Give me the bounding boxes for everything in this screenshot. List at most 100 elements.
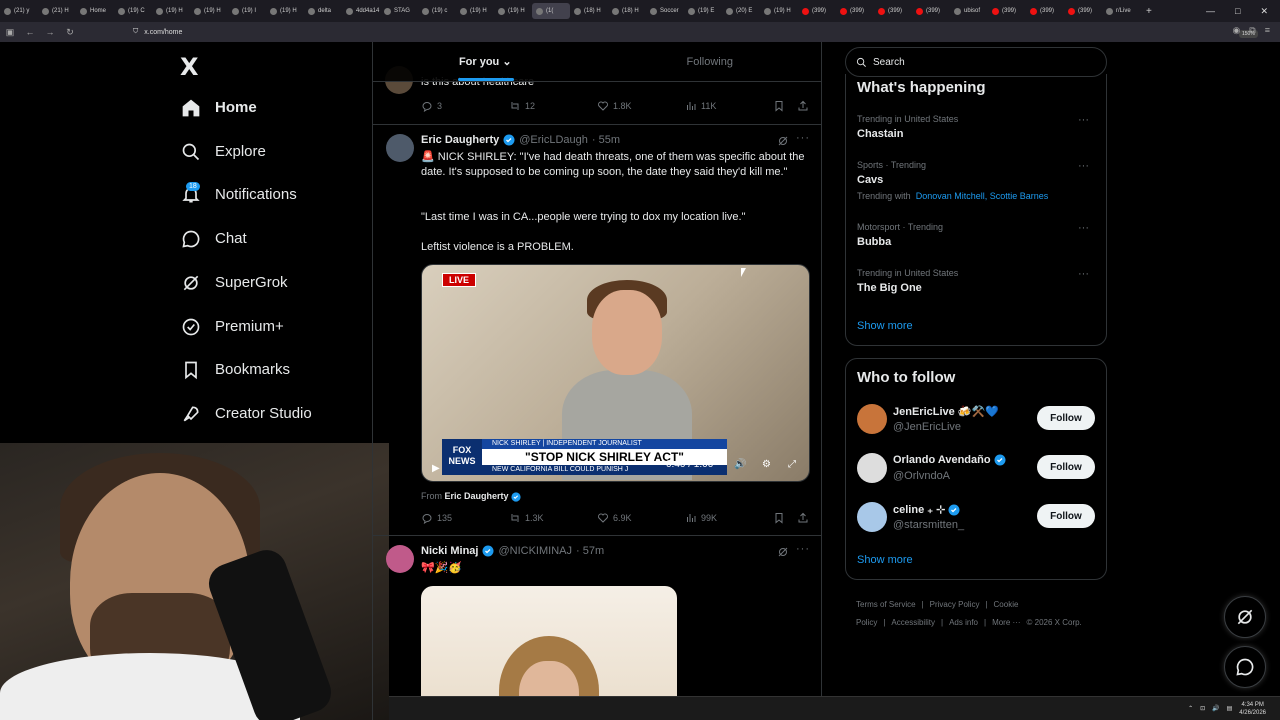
chat-fab[interactable] (1224, 646, 1266, 688)
browser-tab[interactable]: (399) (1064, 3, 1102, 19)
show-more-link[interactable]: Show more (857, 554, 913, 566)
browser-tab[interactable]: (19) E (684, 3, 722, 19)
repost-button[interactable]: 12 (509, 100, 597, 112)
sidebar-item-premium[interactable]: Premium+ (180, 316, 284, 337)
url-bar[interactable]: ⛉ x.com/home 150% (133, 25, 1258, 39)
browser-tab[interactable]: (399) (836, 3, 874, 19)
follow-button[interactable]: Follow (1037, 406, 1095, 430)
trend-item[interactable]: Trending in United States Chastain ··· (857, 114, 1097, 140)
browser-tab[interactable]: (19) C (114, 3, 152, 19)
browser-tab[interactable]: (19) H (760, 3, 798, 19)
browser-tab[interactable]: (19) I (228, 3, 266, 19)
author-name[interactable]: Nicki Minaj (421, 545, 478, 557)
avatar[interactable] (857, 502, 887, 532)
chevron-up-icon[interactable]: ⌃ (1188, 705, 1193, 712)
more-options-icon[interactable]: ··· (1078, 222, 1089, 234)
author-name[interactable]: Eric Daugherty (421, 134, 499, 146)
more-options-icon[interactable]: ··· (1078, 114, 1089, 126)
sidebar-item-explore[interactable]: Explore (180, 141, 266, 162)
browser-tab[interactable]: Home (76, 3, 114, 19)
tab-following[interactable]: Following (598, 42, 822, 81)
tweet-time[interactable]: · 55m (592, 134, 620, 146)
play-icon[interactable]: ▶ (432, 463, 440, 474)
browser-tab[interactable]: (399) (988, 3, 1026, 19)
share-button[interactable] (797, 100, 809, 112)
browser-tab[interactable]: (18) H (608, 3, 646, 19)
volume-icon[interactable]: 🔊 (734, 459, 746, 470)
follow-button[interactable]: Follow (1037, 504, 1095, 528)
trend-item[interactable]: Sports · Trending Cavs Trending with Don… (857, 160, 1097, 201)
more-options-icon[interactable]: ··· (796, 132, 810, 144)
bookmark-button[interactable] (773, 512, 797, 524)
sidebar-item-chat[interactable]: Chat (180, 228, 247, 249)
reply-button[interactable]: 135 (421, 512, 509, 524)
show-more-link[interactable]: Show more (857, 320, 913, 332)
browser-tab[interactable]: delta (304, 3, 342, 19)
maximize-icon[interactable]: □ (1235, 6, 1240, 17)
browser-tab[interactable]: r/Live (1102, 3, 1140, 19)
browser-tab[interactable]: (399) (798, 3, 836, 19)
browser-tab[interactable]: (19) H (190, 3, 228, 19)
sidebar-item-creator-studio[interactable]: Creator Studio (180, 403, 312, 424)
grok-icon[interactable] (777, 546, 789, 558)
browser-tab[interactable]: 4dd4a14 (342, 3, 380, 19)
system-clock[interactable]: 4:34 PM 4/26/2026 (1239, 701, 1266, 717)
browser-tab[interactable]: (19) H (152, 3, 190, 19)
repost-button[interactable]: 1.3K (509, 512, 597, 524)
extensions-icon[interactable]: ⧉ (1249, 25, 1255, 36)
more-options-icon[interactable]: ··· (796, 543, 810, 555)
avatar[interactable] (386, 545, 414, 573)
sidebar-toggle-icon[interactable]: ▣ (0, 27, 20, 38)
footer-link[interactable]: More ··· (992, 618, 1020, 627)
like-button[interactable]: 6.9K (597, 512, 685, 524)
search-input[interactable]: Search (845, 47, 1107, 77)
sidebar-item-home[interactable]: Home (180, 97, 257, 118)
more-options-icon[interactable]: ··· (1078, 268, 1089, 280)
x-logo[interactable]: X (180, 53, 199, 81)
reload-icon[interactable]: ↻ (60, 27, 80, 38)
follow-suggestion[interactable]: Orlando Avendaño @OrlvndoA Follow (857, 453, 1097, 489)
menu-icon[interactable]: ≡ (1265, 25, 1270, 36)
author-handle[interactable]: @NICKIMINAJ (498, 545, 572, 557)
more-options-icon[interactable]: ··· (1078, 160, 1089, 172)
browser-tab[interactable]: (399) (912, 3, 950, 19)
footer-link[interactable]: Accessibility (891, 618, 935, 627)
views-button[interactable]: 11K (685, 100, 773, 112)
follow-button[interactable]: Follow (1037, 455, 1095, 479)
footer-link[interactable]: Privacy Policy (930, 600, 980, 609)
settings-icon[interactable]: ⚙ (762, 459, 771, 470)
browser-tab[interactable]: (1( (532, 3, 570, 19)
browser-tab[interactable]: ubisof (950, 3, 988, 19)
browser-tab[interactable]: (18) H (570, 3, 608, 19)
bookmark-button[interactable] (773, 100, 797, 112)
browser-tab[interactable]: (19) H (456, 3, 494, 19)
network-icon[interactable]: ⊡ (1200, 705, 1205, 712)
trend-related-link[interactable]: Donovan Mitchell, Scottie Barnes (916, 191, 1049, 201)
author-handle[interactable]: @EricLDaugh (519, 134, 588, 146)
attribution-name[interactable]: Eric Daugherty (445, 491, 509, 501)
browser-tab[interactable]: (21) y (0, 3, 38, 19)
browser-tab[interactable]: (399) (874, 3, 912, 19)
browser-tab[interactable]: Soccer (646, 3, 684, 19)
tab-for-you[interactable]: For you ⌄ (373, 42, 598, 81)
follow-suggestion[interactable]: JenEricLive 🍻⚒️💙 @JenEricLive Follow (857, 404, 1097, 440)
like-button[interactable]: 1.8K (597, 100, 685, 112)
grok-fab[interactable] (1224, 596, 1266, 638)
avatar[interactable] (857, 453, 887, 483)
reply-button[interactable]: 3 (421, 100, 509, 112)
browser-tab[interactable]: STAG (380, 3, 418, 19)
account-icon[interactable]: ◉ (1232, 25, 1240, 36)
minimize-icon[interactable]: — (1206, 6, 1215, 17)
forward-icon[interactable]: → (40, 27, 60, 37)
footer-link[interactable]: Terms of Service (856, 600, 916, 609)
browser-tab[interactable]: (399) (1026, 3, 1064, 19)
share-button[interactable] (797, 512, 809, 524)
new-tab-icon[interactable]: + (1140, 6, 1158, 17)
grok-icon[interactable] (777, 135, 789, 147)
browser-tab[interactable]: (21) H (38, 3, 76, 19)
back-icon[interactable]: ← (20, 27, 40, 37)
close-window-icon[interactable]: ✕ (1260, 6, 1268, 17)
avatar[interactable] (857, 404, 887, 434)
browser-tab[interactable]: (20) E (722, 3, 760, 19)
tweet-time[interactable]: · 57m (576, 545, 604, 557)
